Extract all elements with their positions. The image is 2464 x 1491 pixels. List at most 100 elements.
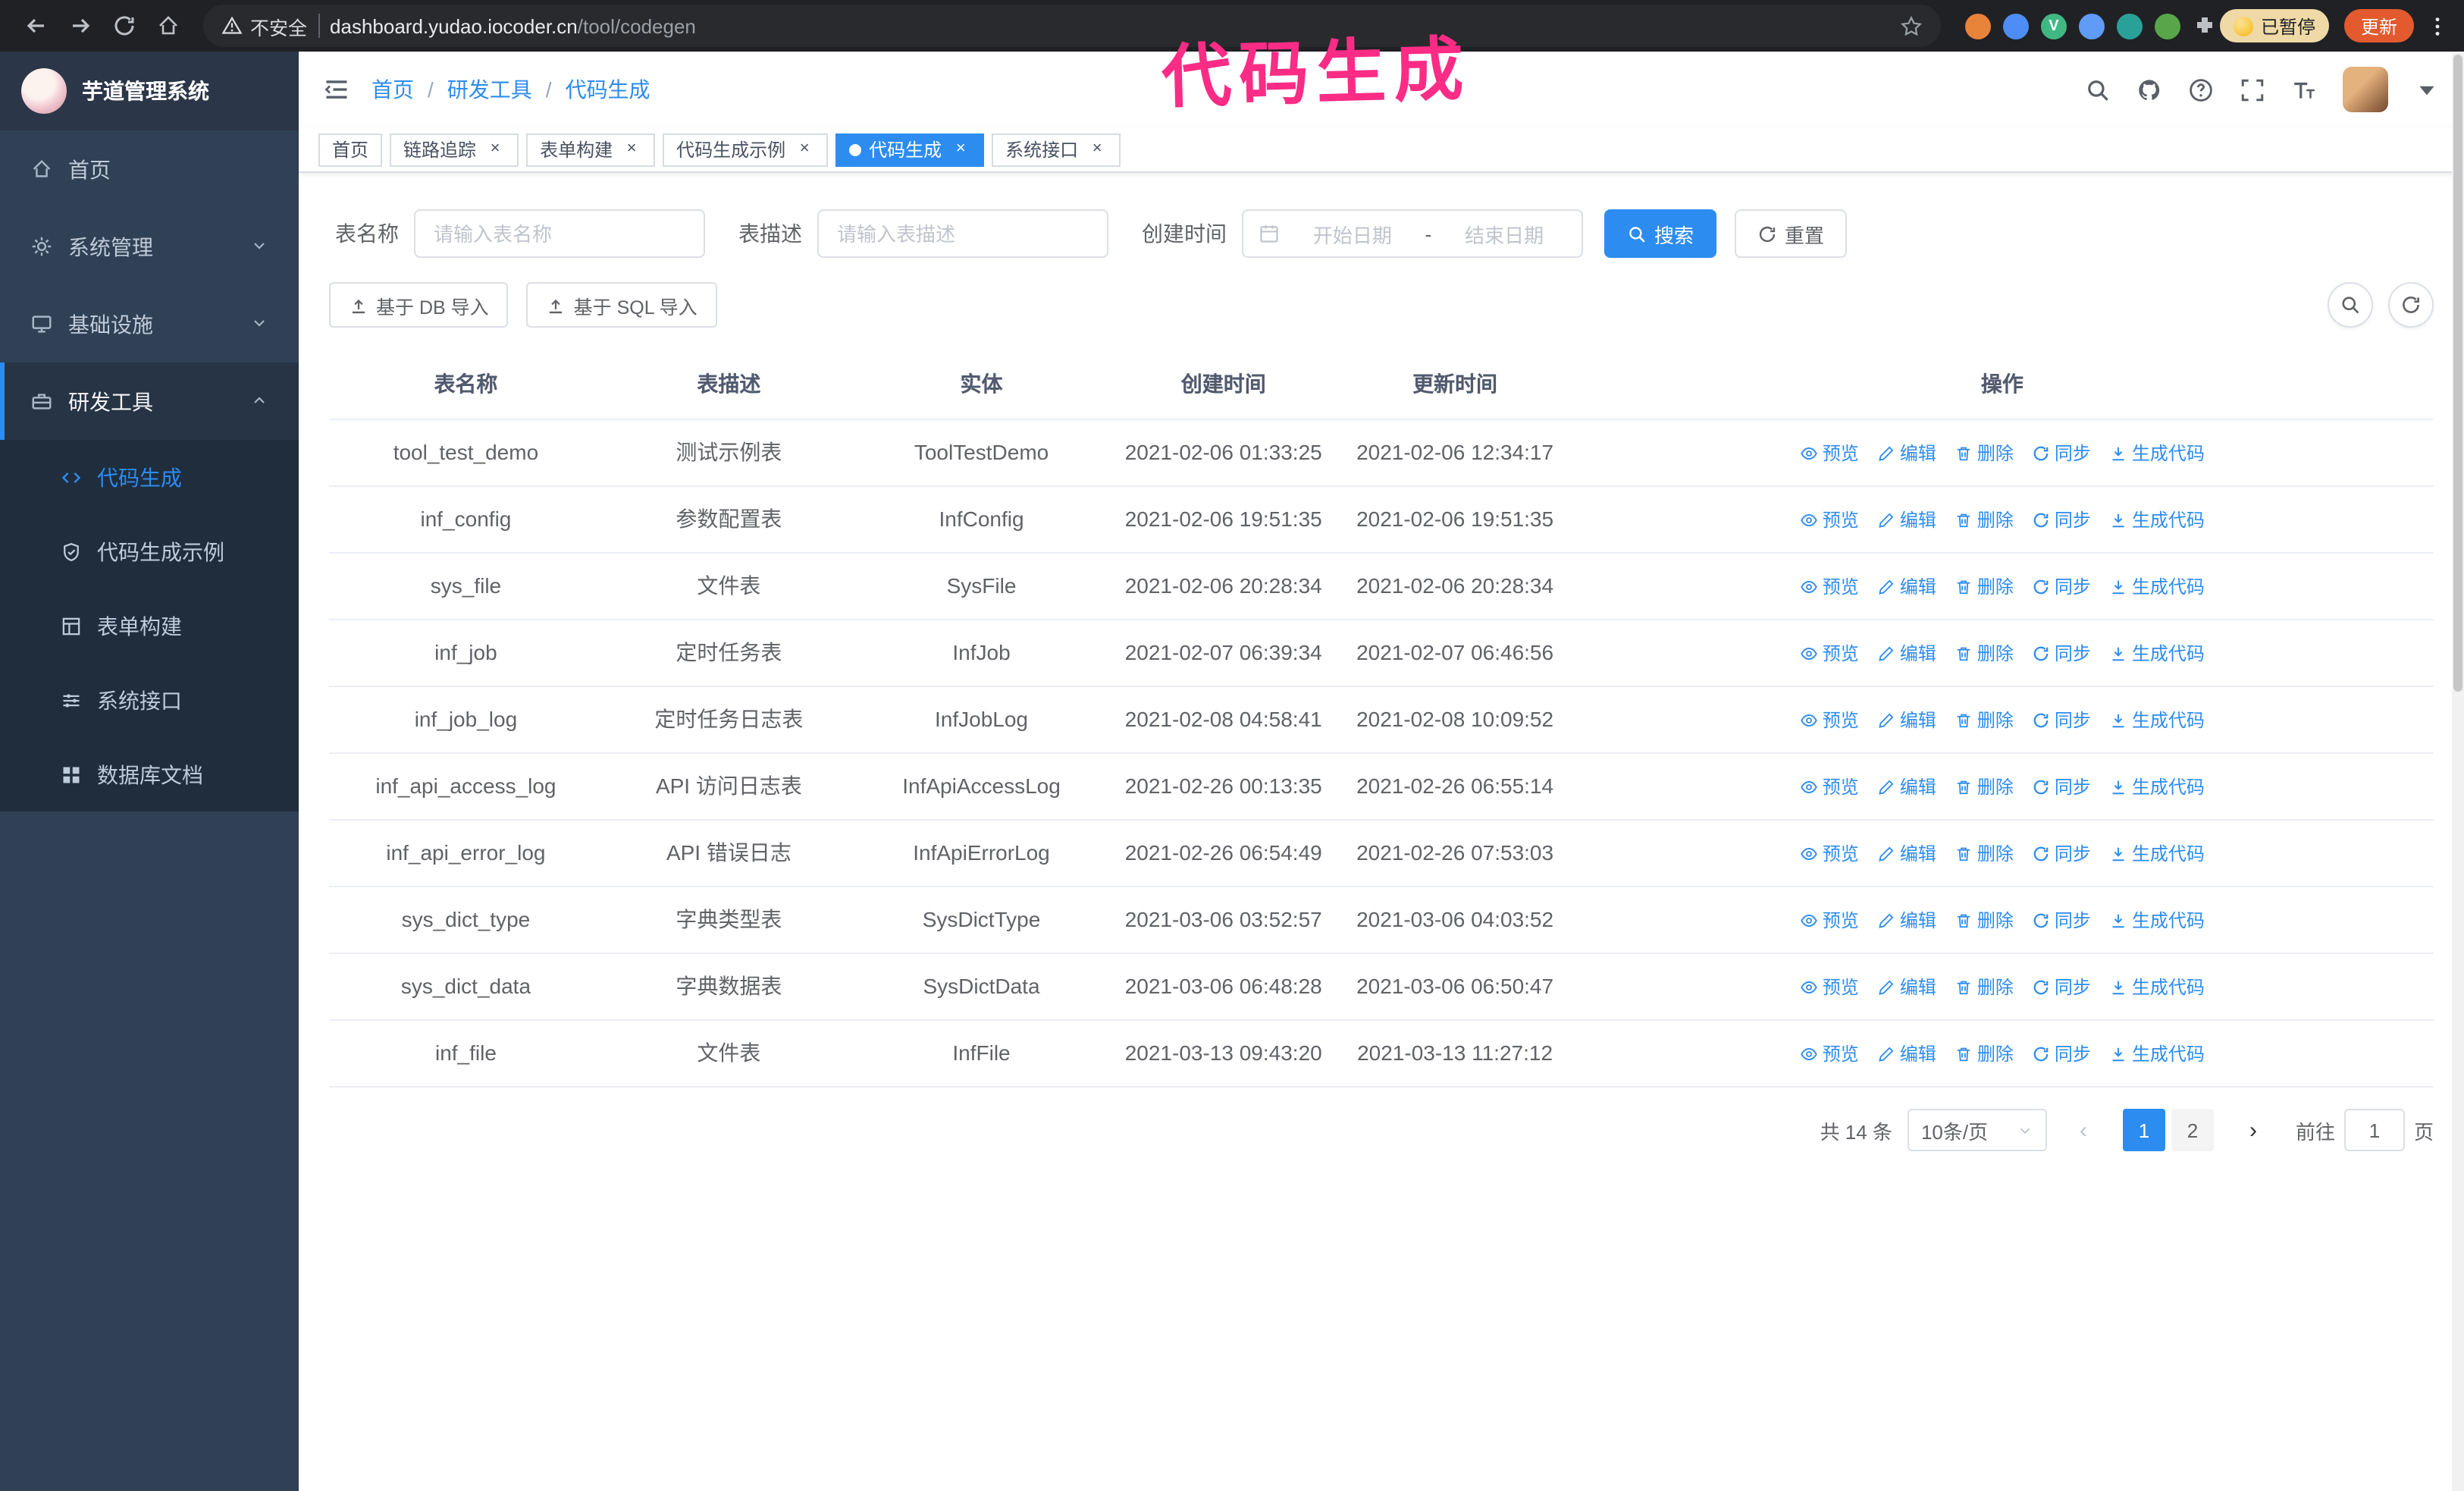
search-button[interactable]: 搜索: [1604, 209, 1717, 258]
collapse-sidebar-icon[interactable]: [323, 76, 350, 103]
sidebar-item-tools[interactable]: 研发工具: [0, 363, 299, 440]
row-action-trash[interactable]: 删除: [1955, 973, 2014, 1000]
row-action-trash[interactable]: 删除: [1955, 773, 2014, 800]
sidebar-item-monitor[interactable]: 基础设施: [0, 285, 299, 363]
ext-teal-icon[interactable]: [2116, 13, 2143, 39]
fullscreen-icon[interactable]: [2240, 77, 2265, 102]
import-sql-button[interactable]: 基于 SQL 导入: [526, 282, 717, 328]
tab-3[interactable]: 代码生成示例 ×: [663, 133, 829, 166]
row-action-trash[interactable]: 删除: [1955, 906, 2014, 934]
page-scrollbar[interactable]: [2452, 52, 2464, 1491]
row-action-refresh[interactable]: 同步: [2032, 773, 2091, 800]
row-action-eye[interactable]: 预览: [1800, 840, 1859, 867]
import-db-button[interactable]: 基于 DB 导入: [329, 282, 509, 328]
tab-5[interactable]: 系统接口 ×: [992, 133, 1121, 166]
row-action-eye[interactable]: 预览: [1800, 1040, 1859, 1067]
page-button-2[interactable]: 2: [2171, 1109, 2214, 1151]
row-action-download[interactable]: 生成代码: [2109, 906, 2205, 934]
row-action-download[interactable]: 生成代码: [2109, 773, 2205, 800]
date-range-picker[interactable]: 开始日期 - 结束日期: [1242, 209, 1583, 258]
row-action-eye[interactable]: 预览: [1800, 439, 1859, 466]
browser-reload-button[interactable]: [103, 5, 144, 46]
page-size-select[interactable]: 10条/页: [1907, 1109, 2047, 1151]
toggle-search-button[interactable]: [2328, 282, 2373, 328]
page-button-1[interactable]: 1: [2122, 1109, 2165, 1151]
sidebar-subitem-form[interactable]: 表单构建: [0, 589, 299, 663]
row-action-eye[interactable]: 预览: [1800, 573, 1859, 600]
sidebar-subitem-code[interactable]: 代码生成: [0, 440, 299, 514]
row-action-download[interactable]: 生成代码: [2109, 706, 2205, 733]
row-action-edit[interactable]: 编辑: [1877, 773, 1936, 800]
sidebar-subitem-shield[interactable]: 代码生成示例: [0, 514, 299, 589]
row-action-refresh[interactable]: 同步: [2032, 639, 2091, 667]
security-chip[interactable]: 不安全: [221, 11, 307, 40]
row-action-edit[interactable]: 编辑: [1877, 973, 1936, 1000]
row-action-edit[interactable]: 编辑: [1877, 1040, 1936, 1067]
github-icon[interactable]: [2136, 77, 2162, 102]
bookmark-star-icon[interactable]: [1900, 14, 1923, 37]
row-action-edit[interactable]: 编辑: [1877, 906, 1936, 934]
font-size-icon[interactable]: [2291, 77, 2317, 102]
row-action-trash[interactable]: 删除: [1955, 506, 2014, 533]
reset-button[interactable]: 重置: [1735, 209, 1848, 258]
tab-2[interactable]: 表单构建 ×: [526, 133, 656, 166]
row-action-trash[interactable]: 删除: [1955, 439, 2014, 466]
row-action-refresh[interactable]: 同步: [2032, 1040, 2091, 1067]
table-desc-input[interactable]: [817, 209, 1108, 258]
paused-badge[interactable]: 已暂停: [2219, 9, 2329, 42]
row-action-download[interactable]: 生成代码: [2109, 506, 2205, 533]
row-action-trash[interactable]: 删除: [1955, 1040, 2014, 1067]
row-action-edit[interactable]: 编辑: [1877, 506, 1936, 533]
row-action-refresh[interactable]: 同步: [2032, 573, 2091, 600]
breadcrumb-home[interactable]: 首页: [371, 74, 414, 105]
browser-back-button[interactable]: [15, 5, 56, 46]
ext-blue-drop-icon[interactable]: [2002, 13, 2029, 39]
help-icon[interactable]: [2188, 77, 2214, 102]
extensions-puzzle-icon[interactable]: [2193, 14, 2217, 38]
ext-grid-icon[interactable]: [2078, 13, 2105, 39]
row-action-edit[interactable]: 编辑: [1877, 573, 1936, 600]
row-action-download[interactable]: 生成代码: [2109, 840, 2205, 867]
row-action-eye[interactable]: 预览: [1800, 639, 1859, 667]
row-action-trash[interactable]: 删除: [1955, 706, 2014, 733]
row-action-edit[interactable]: 编辑: [1877, 706, 1936, 733]
app-logo[interactable]: 芋道管理系统: [0, 52, 299, 130]
row-action-eye[interactable]: 预览: [1800, 906, 1859, 934]
row-action-trash[interactable]: 删除: [1955, 639, 2014, 667]
close-icon[interactable]: ×: [951, 140, 970, 159]
ext-orange-icon[interactable]: [1964, 13, 1991, 39]
sidebar-item-home[interactable]: 首页: [0, 130, 299, 208]
browser-forward-button[interactable]: [59, 5, 100, 46]
table-name-input[interactable]: [414, 209, 705, 258]
row-action-download[interactable]: 生成代码: [2109, 639, 2205, 667]
row-action-download[interactable]: 生成代码: [2109, 439, 2205, 466]
tab-0[interactable]: 首页: [318, 133, 383, 166]
tab-4[interactable]: 代码生成 ×: [835, 133, 985, 166]
tab-1[interactable]: 链路追踪 ×: [390, 133, 519, 166]
close-icon[interactable]: ×: [795, 140, 814, 159]
row-action-edit[interactable]: 编辑: [1877, 439, 1936, 466]
sidebar-item-gear[interactable]: 系统管理: [0, 208, 299, 285]
row-action-refresh[interactable]: 同步: [2032, 706, 2091, 733]
close-icon[interactable]: ×: [485, 140, 505, 159]
update-button[interactable]: 更新: [2343, 9, 2414, 42]
sidebar-subitem-grid[interactable]: 数据库文档: [0, 737, 299, 811]
sidebar-subitem-api[interactable]: 系统接口: [0, 663, 299, 737]
row-action-eye[interactable]: 预览: [1800, 973, 1859, 1000]
prev-page-button[interactable]: ‹: [2062, 1109, 2105, 1151]
browser-home-button[interactable]: [147, 5, 188, 46]
address-bar[interactable]: 不安全 dashboard.yudao.iocoder.cn/tool/code…: [203, 5, 1941, 47]
row-action-trash[interactable]: 删除: [1955, 573, 2014, 600]
user-menu-caret-icon[interactable]: [2414, 77, 2440, 102]
row-action-eye[interactable]: 预览: [1800, 773, 1859, 800]
row-action-refresh[interactable]: 同步: [2032, 973, 2091, 1000]
goto-page-input[interactable]: [2343, 1109, 2405, 1151]
row-action-eye[interactable]: 预览: [1800, 706, 1859, 733]
row-action-edit[interactable]: 编辑: [1877, 639, 1936, 667]
row-action-refresh[interactable]: 同步: [2032, 506, 2091, 533]
refresh-table-button[interactable]: [2388, 282, 2434, 328]
breadcrumb-codegen[interactable]: 代码生成: [566, 74, 650, 105]
row-action-edit[interactable]: 编辑: [1877, 840, 1936, 867]
next-page-button[interactable]: ›: [2232, 1109, 2274, 1151]
ext-vue-icon[interactable]: V: [2040, 13, 2067, 39]
